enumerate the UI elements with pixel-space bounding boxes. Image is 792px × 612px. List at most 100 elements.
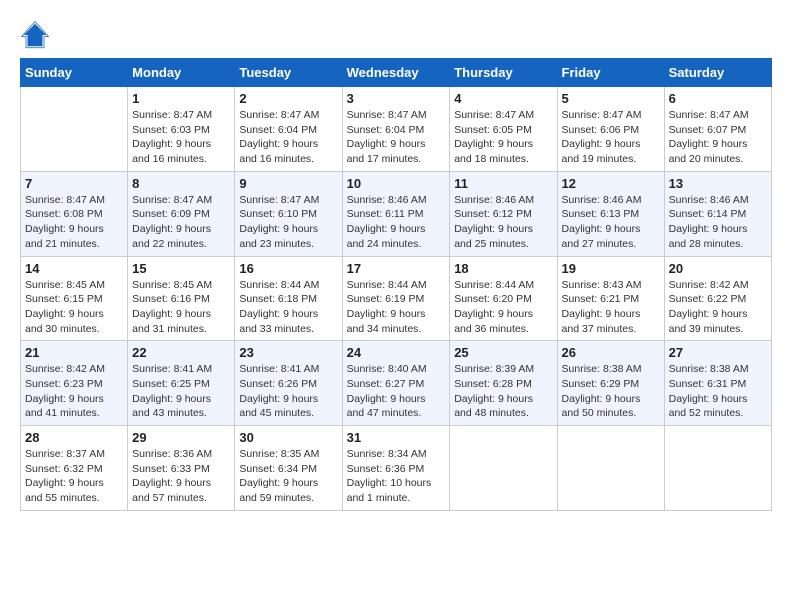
day-number: 26: [562, 345, 660, 360]
calendar-cell: 20 Sunrise: 8:42 AM Sunset: 6:22 PM Dayli…: [664, 256, 771, 341]
calendar-cell: 29 Sunrise: 8:36 AM Sunset: 6:33 PM Dayli…: [128, 426, 235, 511]
day-number: 9: [239, 176, 337, 191]
day-info: Sunrise: 8:47 AM Sunset: 6:04 PM Dayligh…: [239, 108, 337, 167]
day-number: 24: [347, 345, 446, 360]
col-header-monday: Monday: [128, 59, 235, 87]
calendar-cell: 12 Sunrise: 8:46 AM Sunset: 6:13 PM Dayli…: [557, 171, 664, 256]
calendar-cell: 26 Sunrise: 8:38 AM Sunset: 6:29 PM Dayli…: [557, 341, 664, 426]
day-number: 21: [25, 345, 123, 360]
calendar-cell: 31Sunrise: 8:34 AM Sunset: 6:36 PM Dayli…: [342, 426, 450, 511]
day-number: 22: [132, 345, 230, 360]
day-number: 28: [25, 430, 123, 445]
calendar-week-row: 1 Sunrise: 8:47 AM Sunset: 6:03 PM Daylig…: [21, 87, 772, 172]
day-info: Sunrise: 8:42 AM Sunset: 6:22 PM Dayligh…: [669, 278, 767, 337]
day-info: Sunrise: 8:40 AM Sunset: 6:27 PM Dayligh…: [347, 362, 446, 421]
calendar-cell: 19 Sunrise: 8:43 AM Sunset: 6:21 PM Dayli…: [557, 256, 664, 341]
day-info: Sunrise: 8:46 AM Sunset: 6:14 PM Dayligh…: [669, 193, 767, 252]
day-info: Sunrise: 8:41 AM Sunset: 6:26 PM Dayligh…: [239, 362, 337, 421]
day-number: 12: [562, 176, 660, 191]
calendar-cell: 8Sunrise: 8:47 AM Sunset: 6:09 PM Daylig…: [128, 171, 235, 256]
calendar-cell: 7 Sunrise: 8:47 AM Sunset: 6:08 PM Daylig…: [21, 171, 128, 256]
day-info: Sunrise: 8:34 AM Sunset: 6:36 PM Dayligh…: [347, 447, 446, 506]
day-info: Sunrise: 8:47 AM Sunset: 6:07 PM Dayligh…: [669, 108, 767, 167]
day-info: Sunrise: 8:47 AM Sunset: 6:03 PM Dayligh…: [132, 108, 230, 167]
calendar-cell: 1 Sunrise: 8:47 AM Sunset: 6:03 PM Daylig…: [128, 87, 235, 172]
col-header-wednesday: Wednesday: [342, 59, 450, 87]
calendar-cell: 6 Sunrise: 8:47 AM Sunset: 6:07 PM Daylig…: [664, 87, 771, 172]
col-header-saturday: Saturday: [664, 59, 771, 87]
calendar-cell: 28 Sunrise: 8:37 AM Sunset: 6:32 PM Dayli…: [21, 426, 128, 511]
day-info: Sunrise: 8:45 AM Sunset: 6:16 PM Dayligh…: [132, 278, 230, 337]
day-number: 16: [239, 261, 337, 276]
calendar-cell: 23 Sunrise: 8:41 AM Sunset: 6:26 PM Dayli…: [235, 341, 342, 426]
calendar-cell: 17 Sunrise: 8:44 AM Sunset: 6:19 PM Dayli…: [342, 256, 450, 341]
day-number: 10: [347, 176, 446, 191]
col-header-tuesday: Tuesday: [235, 59, 342, 87]
day-number: 3: [347, 91, 446, 106]
calendar-cell: [557, 426, 664, 511]
day-info: Sunrise: 8:38 AM Sunset: 6:31 PM Dayligh…: [669, 362, 767, 421]
day-number: 11: [454, 176, 552, 191]
day-number: 20: [669, 261, 767, 276]
day-number: 23: [239, 345, 337, 360]
day-info: Sunrise: 8:39 AM Sunset: 6:28 PM Dayligh…: [454, 362, 552, 421]
day-number: 18: [454, 261, 552, 276]
day-number: 27: [669, 345, 767, 360]
day-number: 7: [25, 176, 123, 191]
calendar-cell: 9 Sunrise: 8:47 AM Sunset: 6:10 PM Daylig…: [235, 171, 342, 256]
col-header-sunday: Sunday: [21, 59, 128, 87]
page-header: [20, 20, 772, 50]
calendar-cell: 27 Sunrise: 8:38 AM Sunset: 6:31 PM Dayli…: [664, 341, 771, 426]
day-number: 29: [132, 430, 230, 445]
col-header-thursday: Thursday: [450, 59, 557, 87]
calendar-cell: [664, 426, 771, 511]
day-info: Sunrise: 8:37 AM Sunset: 6:32 PM Dayligh…: [25, 447, 123, 506]
day-info: Sunrise: 8:47 AM Sunset: 6:05 PM Dayligh…: [454, 108, 552, 167]
calendar-cell: 15 Sunrise: 8:45 AM Sunset: 6:16 PM Dayli…: [128, 256, 235, 341]
day-info: Sunrise: 8:43 AM Sunset: 6:21 PM Dayligh…: [562, 278, 660, 337]
day-info: Sunrise: 8:47 AM Sunset: 6:10 PM Dayligh…: [239, 193, 337, 252]
day-info: Sunrise: 8:47 AM Sunset: 6:08 PM Dayligh…: [25, 193, 123, 252]
day-info: Sunrise: 8:46 AM Sunset: 6:12 PM Dayligh…: [454, 193, 552, 252]
day-info: Sunrise: 8:46 AM Sunset: 6:13 PM Dayligh…: [562, 193, 660, 252]
day-number: 1: [132, 91, 230, 106]
day-info: Sunrise: 8:44 AM Sunset: 6:18 PM Dayligh…: [239, 278, 337, 337]
day-number: 14: [25, 261, 123, 276]
calendar-cell: 22 Sunrise: 8:41 AM Sunset: 6:25 PM Dayli…: [128, 341, 235, 426]
calendar-cell: [21, 87, 128, 172]
day-info: Sunrise: 8:44 AM Sunset: 6:20 PM Dayligh…: [454, 278, 552, 337]
day-number: 5: [562, 91, 660, 106]
calendar-table: SundayMondayTuesdayWednesdayThursdayFrid…: [20, 58, 772, 511]
calendar-cell: 24 Sunrise: 8:40 AM Sunset: 6:27 PM Dayli…: [342, 341, 450, 426]
logo-icon: [20, 20, 50, 50]
day-number: 6: [669, 91, 767, 106]
logo: [20, 20, 54, 50]
calendar-cell: 21Sunrise: 8:42 AM Sunset: 6:23 PM Dayli…: [21, 341, 128, 426]
day-info: Sunrise: 8:36 AM Sunset: 6:33 PM Dayligh…: [132, 447, 230, 506]
col-header-friday: Friday: [557, 59, 664, 87]
day-number: 4: [454, 91, 552, 106]
day-number: 15: [132, 261, 230, 276]
day-number: 17: [347, 261, 446, 276]
day-info: Sunrise: 8:46 AM Sunset: 6:11 PM Dayligh…: [347, 193, 446, 252]
calendar-cell: 14 Sunrise: 8:45 AM Sunset: 6:15 PM Dayli…: [21, 256, 128, 341]
calendar-cell: 3 Sunrise: 8:47 AM Sunset: 6:04 PM Daylig…: [342, 87, 450, 172]
day-number: 25: [454, 345, 552, 360]
day-info: Sunrise: 8:35 AM Sunset: 6:34 PM Dayligh…: [239, 447, 337, 506]
day-number: 2: [239, 91, 337, 106]
calendar-week-row: 21Sunrise: 8:42 AM Sunset: 6:23 PM Dayli…: [21, 341, 772, 426]
day-info: Sunrise: 8:38 AM Sunset: 6:29 PM Dayligh…: [562, 362, 660, 421]
calendar-cell: [450, 426, 557, 511]
calendar-cell: 25 Sunrise: 8:39 AM Sunset: 6:28 PM Dayli…: [450, 341, 557, 426]
day-info: Sunrise: 8:41 AM Sunset: 6:25 PM Dayligh…: [132, 362, 230, 421]
day-info: Sunrise: 8:44 AM Sunset: 6:19 PM Dayligh…: [347, 278, 446, 337]
day-info: Sunrise: 8:47 AM Sunset: 6:06 PM Dayligh…: [562, 108, 660, 167]
calendar-cell: 13Sunrise: 8:46 AM Sunset: 6:14 PM Dayli…: [664, 171, 771, 256]
calendar-week-row: 14 Sunrise: 8:45 AM Sunset: 6:15 PM Dayli…: [21, 256, 772, 341]
calendar-cell: 30Sunrise: 8:35 AM Sunset: 6:34 PM Dayli…: [235, 426, 342, 511]
calendar-cell: 11 Sunrise: 8:46 AM Sunset: 6:12 PM Dayli…: [450, 171, 557, 256]
day-info: Sunrise: 8:47 AM Sunset: 6:04 PM Dayligh…: [347, 108, 446, 167]
day-info: Sunrise: 8:47 AM Sunset: 6:09 PM Dayligh…: [132, 193, 230, 252]
day-info: Sunrise: 8:45 AM Sunset: 6:15 PM Dayligh…: [25, 278, 123, 337]
day-number: 19: [562, 261, 660, 276]
